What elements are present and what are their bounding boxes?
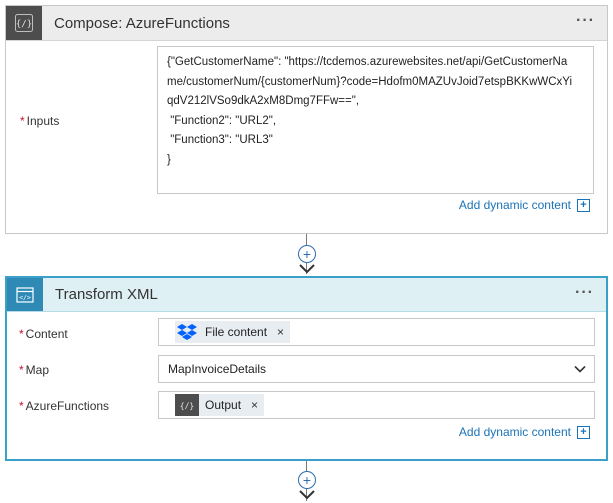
map-label: * Map — [19, 363, 50, 377]
output-token-label: Output — [205, 398, 242, 412]
inputs-line: me/customerNum/{customerNum}?code=Hdofm0… — [167, 75, 573, 88]
map-select[interactable]: MapInvoiceDetails — [158, 355, 595, 383]
add-plus-icon: + — [577, 425, 590, 439]
dropbox-icon — [175, 321, 199, 343]
azure-functions-field[interactable]: {/} Output × — [158, 391, 595, 419]
arrow-down-icon — [299, 264, 315, 274]
arrow-down-icon — [299, 490, 315, 500]
remove-token-button[interactable]: × — [251, 398, 258, 412]
required-marker: * — [20, 114, 25, 128]
xml-transform-icon: </> — [7, 278, 43, 311]
inputs-line: {"GetCustomerName": "https://tcdemos.azu… — [167, 56, 568, 68]
svg-text:{/}: {/} — [16, 20, 32, 30]
transform-card-header[interactable]: </> Transform XML ··· — [7, 278, 606, 312]
content-field[interactable]: File content × — [158, 318, 595, 346]
insert-step-button[interactable]: + — [298, 245, 316, 263]
file-content-token[interactable]: File content × — [175, 321, 291, 343]
transform-card-title: Transform XML — [55, 286, 158, 303]
inputs-line: qdV212lVSo9dkA2xM8Dmg7FFw==", — [167, 95, 360, 107]
inputs-line: "Function2": "URL2", — [167, 114, 277, 127]
step-connector: + — [296, 234, 318, 276]
content-label: * Content — [19, 327, 68, 341]
inputs-line: "Function3": "URL3" — [167, 134, 273, 146]
step-connector: + — [296, 461, 318, 503]
compose-card-menu-button[interactable]: ··· — [576, 12, 595, 30]
braces-icon: {/} — [6, 6, 42, 40]
svg-text:{/}: {/} — [180, 402, 194, 411]
output-token[interactable]: {/} Output × — [175, 394, 265, 416]
transform-xml-action-card: </> Transform XML ··· * Content File cont… — [5, 276, 608, 461]
azure-functions-label: * AzureFunctions — [19, 399, 110, 413]
braces-icon: {/} — [175, 394, 199, 416]
add-dynamic-content-link[interactable]: Add dynamic content + — [459, 425, 590, 439]
compose-action-card: {/} Compose: AzureFunctions ··· * Inputs … — [5, 5, 608, 234]
inputs-label: * Inputs — [20, 114, 60, 128]
remove-token-button[interactable]: × — [277, 325, 284, 339]
inputs-line: } — [167, 153, 171, 166]
transform-card-menu-button[interactable]: ··· — [575, 284, 594, 302]
add-dynamic-content-link[interactable]: Add dynamic content + — [459, 198, 590, 212]
chevron-down-icon — [574, 365, 586, 373]
map-selected-value: MapInvoiceDetails — [168, 362, 267, 376]
insert-step-button[interactable]: + — [298, 471, 316, 489]
add-plus-icon: + — [577, 198, 590, 212]
file-content-token-label: File content — [205, 325, 268, 339]
svg-text:</>: </> — [19, 293, 31, 301]
compose-card-header[interactable]: {/} Compose: AzureFunctions ··· — [6, 6, 607, 41]
compose-card-title: Compose: AzureFunctions — [54, 14, 230, 32]
inputs-field[interactable]: {"GetCustomerName": "https://tcdemos.azu… — [157, 46, 594, 194]
